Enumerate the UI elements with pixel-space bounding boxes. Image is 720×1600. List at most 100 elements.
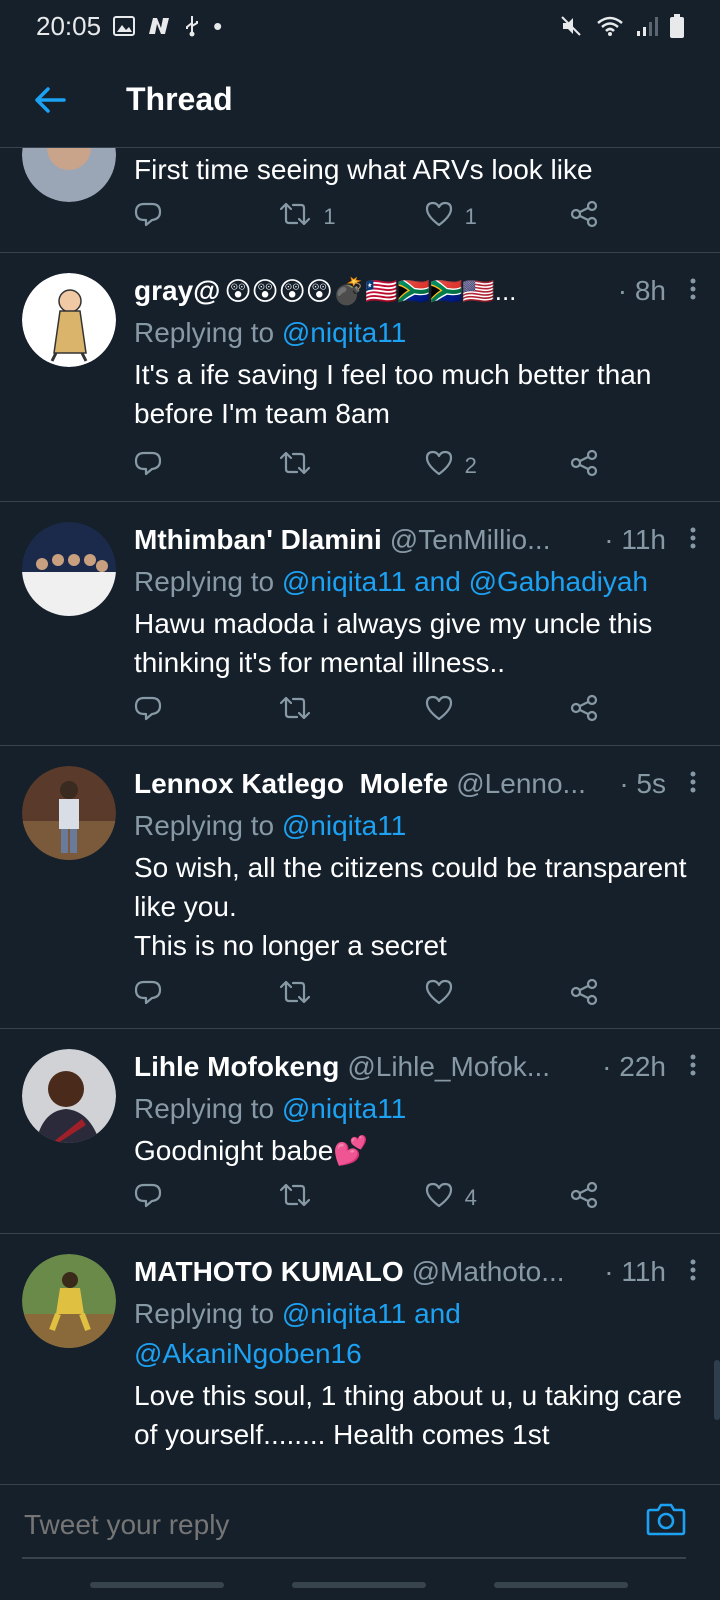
battery-icon <box>670 14 684 38</box>
replying-prefix: Replying to <box>134 566 275 597</box>
mention-link[interactable]: @niqita11 <box>282 810 406 841</box>
replying-to: Replying to @niqita11 <box>134 1089 698 1129</box>
reply-action[interactable] <box>134 978 194 1012</box>
thread-feed[interactable]: First time seeing what ARVs look like 1 … <box>0 148 720 1484</box>
share-icon <box>570 1181 598 1215</box>
like-count: 2 <box>464 453 477 478</box>
avatar[interactable] <box>22 273 116 367</box>
reply-icon <box>134 200 162 234</box>
camera-icon[interactable] <box>646 1501 686 1541</box>
like-count: 4 <box>464 1185 477 1210</box>
reply-action[interactable] <box>134 1181 194 1215</box>
tweet-text: So wish, all the citizens could be trans… <box>134 852 687 961</box>
like-action[interactable]: 1 <box>425 201 485 233</box>
share-icon <box>570 449 598 483</box>
retweet-count: 1 <box>323 204 336 229</box>
avatar[interactable] <box>22 766 116 860</box>
retweet-action[interactable] <box>279 450 339 482</box>
author-handle[interactable]: @Lihle_Mofok... <box>347 1051 550 1083</box>
replying-prefix: Replying to <box>134 1093 275 1124</box>
reply-action[interactable] <box>134 694 194 728</box>
tweet-time: · 8h <box>617 275 666 306</box>
tweet-actions: 4 <box>134 1181 600 1215</box>
retweet-icon <box>279 1182 311 1214</box>
usb-notification-icon <box>183 15 201 37</box>
heart-icon <box>425 695 453 727</box>
author-handle[interactable]: @Lenno... <box>456 768 586 800</box>
author-name[interactable]: MATHOTO KUMALO <box>134 1256 404 1288</box>
author-name[interactable]: Mthimban' Dlamini <box>134 524 382 556</box>
avatar[interactable] <box>22 1254 116 1348</box>
heart-icon <box>425 1182 453 1214</box>
heart-icon <box>425 450 453 482</box>
author-handle[interactable]: @TenMillio... <box>390 524 551 556</box>
author-handle[interactable]: @Mathoto... <box>412 1256 565 1288</box>
tweet-actions: 2 <box>134 449 600 483</box>
mention-link[interactable]: @niqita11 <box>282 317 406 348</box>
tweet[interactable]: Mthimban' Dlamini @TenMillio... · 11h Re… <box>0 502 720 746</box>
tweet[interactable]: Lennox Katlego Molefe @Lenno... · 5s Rep… <box>0 746 720 1029</box>
tweet-partial[interactable]: First time seeing what ARVs look like 1 … <box>0 148 720 253</box>
avatar[interactable] <box>22 522 116 616</box>
like-action[interactable] <box>425 695 485 727</box>
share-action[interactable] <box>570 200 600 234</box>
nav-home-button[interactable] <box>292 1582 426 1588</box>
gallery-notification-icon <box>113 16 136 36</box>
share-action[interactable] <box>570 449 600 483</box>
share-icon <box>570 694 598 728</box>
reply-input-underline <box>22 1557 686 1559</box>
reply-action[interactable] <box>134 200 194 234</box>
more-options-icon[interactable] <box>688 1051 698 1083</box>
author-name[interactable]: Lennox Katlego Molefe <box>134 768 448 800</box>
retweet-icon <box>279 450 311 482</box>
tweet-text: It's a ife saving I feel too much better… <box>134 359 652 429</box>
share-action[interactable] <box>570 978 600 1012</box>
avatar[interactable] <box>22 1049 116 1143</box>
tweet[interactable]: MATHOTO KUMALO @Mathoto... · 11h Replyin… <box>0 1234 720 1484</box>
heart-icon <box>425 201 453 233</box>
tweet[interactable]: Lihle Mofokeng @Lihle_Mofok... · 22h Rep… <box>0 1029 720 1234</box>
mention-link[interactable]: @niqita11 and @Gabhadiyah <box>282 566 648 597</box>
retweet-action[interactable] <box>279 695 339 727</box>
tweet-actions: 1 1 <box>134 200 600 234</box>
avatar[interactable] <box>22 148 116 202</box>
reply-icon <box>134 449 162 483</box>
tweet-time: · 5s <box>619 768 666 799</box>
replying-prefix: Replying to <box>134 810 275 841</box>
system-nav-bar <box>0 1564 720 1600</box>
share-action[interactable] <box>570 694 600 728</box>
nav-recents-button[interactable] <box>90 1582 224 1588</box>
retweet-icon <box>279 979 311 1011</box>
author-name[interactable]: Lihle Mofokeng <box>134 1051 339 1083</box>
retweet-action[interactable]: 1 <box>279 201 339 233</box>
more-options-icon[interactable] <box>688 275 698 307</box>
news-notification-icon <box>147 16 171 36</box>
replying-to: Replying to @niqita11 <box>134 806 698 846</box>
reply-icon <box>134 694 162 728</box>
share-icon <box>570 200 598 234</box>
like-action[interactable]: 4 <box>425 1182 485 1214</box>
tweet[interactable]: gray@ 😲😲😲😲💣🇱🇷🇿🇦🇿🇦🇺🇸... · 8h Replying to … <box>0 253 720 502</box>
more-options-icon[interactable] <box>688 768 698 800</box>
back-arrow-icon[interactable] <box>22 72 78 128</box>
more-options-icon[interactable] <box>688 524 698 556</box>
tweet-time: · 11h <box>604 1256 666 1287</box>
like-action[interactable]: 2 <box>425 450 485 482</box>
tweet-actions <box>134 978 600 1012</box>
more-options-icon[interactable] <box>688 1256 698 1288</box>
retweet-action[interactable] <box>279 1182 339 1214</box>
reply-input[interactable] <box>22 1499 626 1551</box>
share-icon <box>570 978 598 1012</box>
mention-link[interactable]: @niqita11 <box>282 1093 406 1124</box>
share-action[interactable] <box>570 1181 600 1215</box>
replying-prefix: Replying to <box>134 1298 275 1329</box>
like-action[interactable] <box>425 979 485 1011</box>
nav-back-button[interactable] <box>494 1582 628 1588</box>
reply-action[interactable] <box>134 449 194 483</box>
retweet-action[interactable] <box>279 979 339 1011</box>
wifi-icon <box>596 15 624 37</box>
author-name[interactable]: gray@ <box>134 275 220 307</box>
replying-to: Replying to @niqita11 and @Gabhadiyah <box>134 562 698 602</box>
author-name-emoji: 😲😲😲😲💣🇱🇷🇿🇦🇿🇦🇺🇸... <box>224 275 517 306</box>
scrollbar-thumb[interactable] <box>714 1360 720 1420</box>
